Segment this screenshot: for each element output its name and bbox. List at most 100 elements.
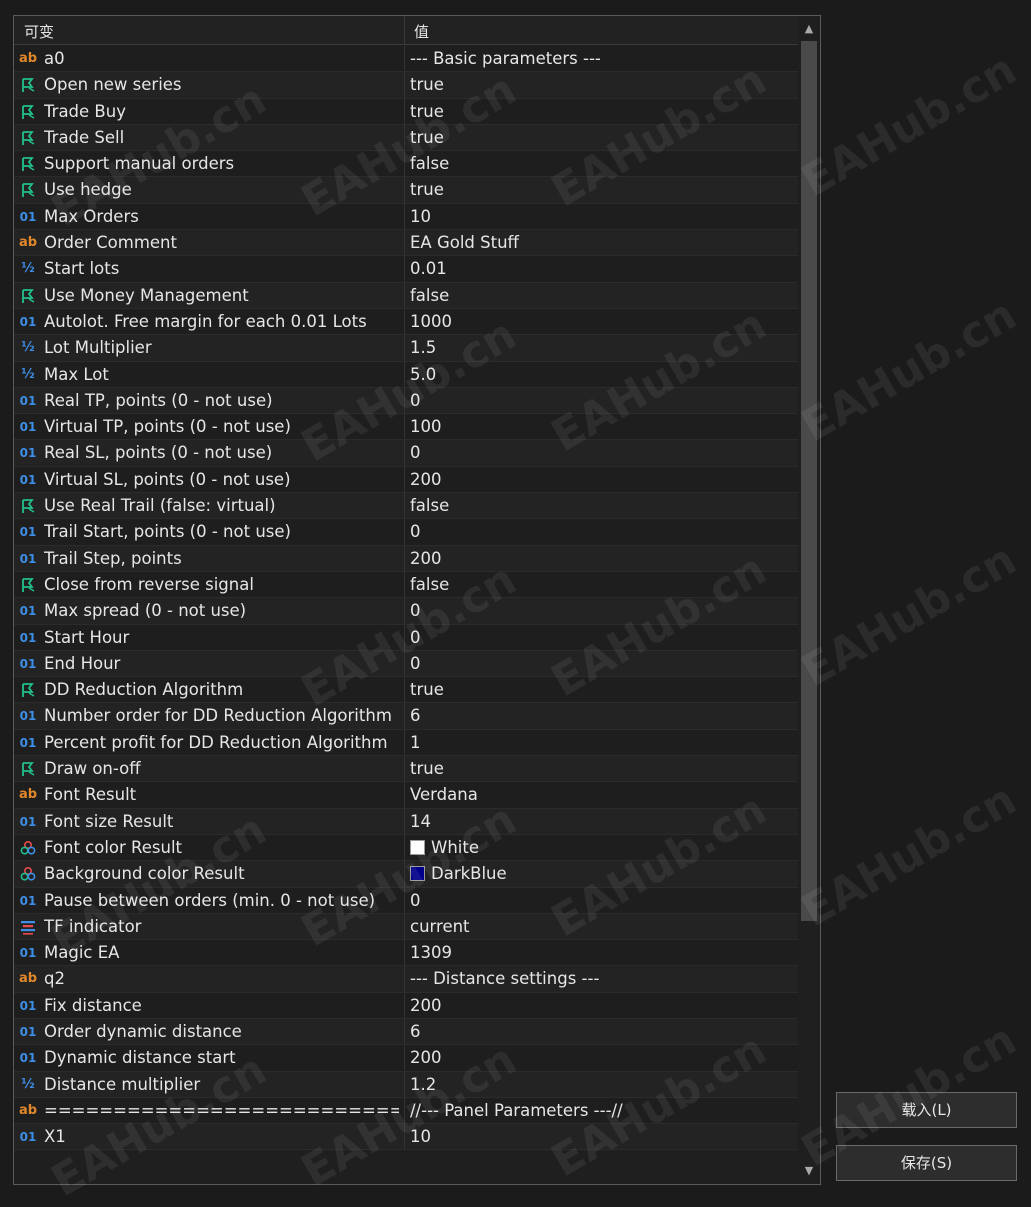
parameter-value[interactable]: 5.0 — [410, 362, 436, 388]
parameter-value[interactable]: true — [410, 72, 444, 98]
save-button[interactable]: 保存(S) — [836, 1145, 1017, 1181]
parameter-value[interactable]: true — [410, 177, 444, 203]
parameter-row[interactable]: 01 Real TP, points (0 - not use) 0 — [14, 387, 798, 415]
parameter-row[interactable]: 01 Virtual SL, points (0 - not use) 200 — [14, 466, 798, 494]
column-separator[interactable] — [404, 16, 405, 45]
scrollbar-thumb[interactable] — [801, 41, 817, 921]
column-header-value[interactable]: 值 — [414, 21, 429, 42]
string-type-icon: ab — [18, 1102, 38, 1118]
parameter-row[interactable]: 01 Magic EA 1309 — [14, 940, 798, 967]
parameter-row[interactable]: 01 X1 10 — [14, 1124, 798, 1151]
parameter-row[interactable]: Font color Result White — [14, 834, 798, 862]
parameter-value[interactable]: 200 — [410, 993, 442, 1019]
parameter-row[interactable]: ab q2 --- Distance settings --- — [14, 966, 798, 993]
parameter-row[interactable]: 01 Virtual TP, points (0 - not use) 100 — [14, 414, 798, 441]
parameter-row[interactable]: Open new series true — [14, 72, 798, 99]
parameter-value[interactable]: 200 — [410, 546, 442, 572]
parameter-row[interactable]: 01 Percent profit for DD Reduction Algori… — [14, 729, 798, 757]
parameter-row[interactable]: 01 Fix distance 200 — [14, 992, 798, 1019]
parameter-row[interactable]: ab Order Comment EA Gold Stuff — [14, 230, 798, 257]
parameter-value[interactable]: 1.5 — [410, 335, 436, 361]
parameter-value[interactable]: 0 — [410, 651, 421, 677]
parameter-value[interactable]: false — [410, 151, 449, 177]
parameter-value[interactable]: 0 — [410, 388, 421, 414]
parameter-name: Open new series — [44, 75, 182, 95]
parameter-row[interactable]: 01 Dynamic distance start 200 — [14, 1045, 798, 1072]
parameter-row[interactable]: ½ Distance multiplier 1.2 — [14, 1071, 798, 1098]
cell-divider — [404, 440, 405, 466]
parameter-value[interactable]: --- Distance settings --- — [410, 966, 599, 992]
parameter-row[interactable]: Trade Sell true — [14, 124, 798, 152]
parameter-row[interactable]: Use Real Trail (false: virtual) false — [14, 493, 798, 520]
scroll-down-icon[interactable]: ▼ — [798, 1160, 820, 1182]
parameter-value[interactable]: DarkBlue — [410, 861, 507, 887]
parameter-row[interactable]: ½ Lot Multiplier 1.5 — [14, 335, 798, 362]
parameter-value[interactable]: 10 — [410, 1124, 431, 1150]
parameter-row[interactable]: ab ===========================... //--- Pa… — [14, 1097, 798, 1125]
parameter-value-text: 5.0 — [410, 364, 437, 384]
parameter-value[interactable]: 0 — [410, 440, 421, 466]
parameter-value[interactable]: Verdana — [410, 782, 478, 808]
parameter-row[interactable]: 01 Real SL, points (0 - not use) 0 — [14, 440, 798, 467]
parameter-row[interactable]: 01 Max spread (0 - not use) 0 — [14, 598, 798, 625]
parameter-row[interactable]: DD Reduction Algorithm true — [14, 677, 798, 704]
integer-type-icon: 01 — [19, 1130, 37, 1145]
parameter-value[interactable]: 10 — [410, 204, 431, 230]
parameter-value[interactable]: 1309 — [410, 940, 452, 966]
parameter-value[interactable]: true — [410, 125, 444, 151]
parameter-row[interactable]: ½ Max Lot 5.0 — [14, 361, 798, 388]
parameter-value[interactable]: true — [410, 99, 444, 125]
column-header-variable[interactable]: 可变 — [24, 21, 54, 42]
parameter-value[interactable]: 0 — [410, 598, 421, 624]
parameter-value[interactable]: 0 — [410, 625, 421, 651]
parameter-value[interactable]: White — [410, 835, 479, 861]
watermark: EAHub.cn — [793, 533, 1025, 698]
parameter-row[interactable]: TF indicator current — [14, 913, 798, 941]
parameter-row[interactable]: 01 Pause between orders (min. 0 - not use… — [14, 887, 798, 914]
parameter-value[interactable]: 0 — [410, 519, 421, 545]
parameter-row[interactable]: 01 Number order for DD Reduction Algorith… — [14, 703, 798, 730]
parameter-value[interactable]: true — [410, 756, 444, 782]
parameter-row[interactable]: 01 Max Orders 10 — [14, 203, 798, 231]
parameter-name: DD Reduction Algorithm — [44, 680, 244, 700]
parameter-row[interactable]: Support manual orders false — [14, 151, 798, 178]
parameter-row[interactable]: ab Font Result Verdana — [14, 782, 798, 809]
parameter-row[interactable]: Use hedge true — [14, 177, 798, 204]
parameter-value[interactable]: false — [410, 283, 449, 309]
parameter-value[interactable]: //--- Panel Parameters ---// — [410, 1098, 623, 1124]
parameter-value[interactable]: 6 — [410, 703, 421, 729]
parameter-value[interactable]: 100 — [410, 414, 442, 440]
parameter-value[interactable]: 0 — [410, 888, 421, 914]
parameter-row[interactable]: ab a0 --- Basic parameters --- — [14, 46, 798, 73]
parameter-row[interactable]: 01 Order dynamic distance 6 — [14, 1018, 798, 1046]
parameter-value[interactable]: 200 — [410, 467, 442, 493]
parameter-row[interactable]: Use Money Management false — [14, 282, 798, 309]
parameter-value[interactable]: 1000 — [410, 309, 452, 335]
parameter-value[interactable]: false — [410, 493, 449, 519]
parameter-row[interactable]: 01 Trail Step, points 200 — [14, 545, 798, 572]
parameter-value[interactable]: EA Gold Stuff — [410, 230, 519, 256]
parameter-value[interactable]: 6 — [410, 1019, 421, 1045]
parameter-value[interactable]: false — [410, 572, 449, 598]
parameter-row[interactable]: Draw on-off true — [14, 756, 798, 783]
parameter-row[interactable]: 01 Autolot. Free margin for each 0.01 Lot… — [14, 308, 798, 336]
scroll-up-icon[interactable]: ▲ — [798, 18, 820, 40]
load-button[interactable]: 载入(L) — [836, 1092, 1017, 1128]
parameter-value[interactable]: 1 — [410, 730, 421, 756]
parameter-value[interactable]: 1.2 — [410, 1072, 436, 1098]
parameter-value[interactable]: true — [410, 677, 444, 703]
parameter-row[interactable]: Trade Buy true — [14, 98, 798, 125]
parameter-row[interactable]: ½ Start lots 0.01 — [14, 256, 798, 283]
parameter-value[interactable]: --- Basic parameters --- — [410, 46, 601, 72]
parameter-row[interactable]: 01 Font size Result 14 — [14, 808, 798, 835]
parameter-row[interactable]: Close from reverse signal false — [14, 571, 798, 599]
parameter-row[interactable]: Background color Result DarkBlue — [14, 861, 798, 888]
parameter-value[interactable]: 0.01 — [410, 256, 447, 282]
vertical-scrollbar[interactable]: ▲ ▼ — [798, 16, 820, 1184]
parameter-value[interactable]: 14 — [410, 809, 431, 835]
parameter-row[interactable]: 01 Trail Start, points (0 - not use) 0 — [14, 519, 798, 546]
parameter-row[interactable]: 01 Start Hour 0 — [14, 624, 798, 651]
parameter-row[interactable]: 01 End Hour 0 — [14, 650, 798, 678]
parameter-value[interactable]: 200 — [410, 1045, 442, 1071]
parameter-value[interactable]: current — [410, 914, 470, 940]
